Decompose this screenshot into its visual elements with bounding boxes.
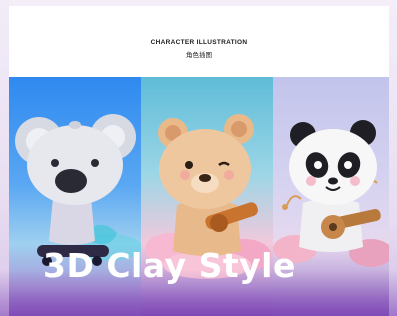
page-subtitle: 角色插图 [186,51,212,59]
style-headline: 3D Clay Style [43,246,296,285]
screenshot-frame: CHARACTER ILLUSTRATION 角色插图 3D Clay Styl… [0,0,397,316]
left-backdrop [0,0,9,316]
card-header: CHARACTER ILLUSTRATION 角色插图 [9,6,389,77]
page-title: CHARACTER ILLUSTRATION [150,39,248,46]
right-backdrop [389,0,397,316]
